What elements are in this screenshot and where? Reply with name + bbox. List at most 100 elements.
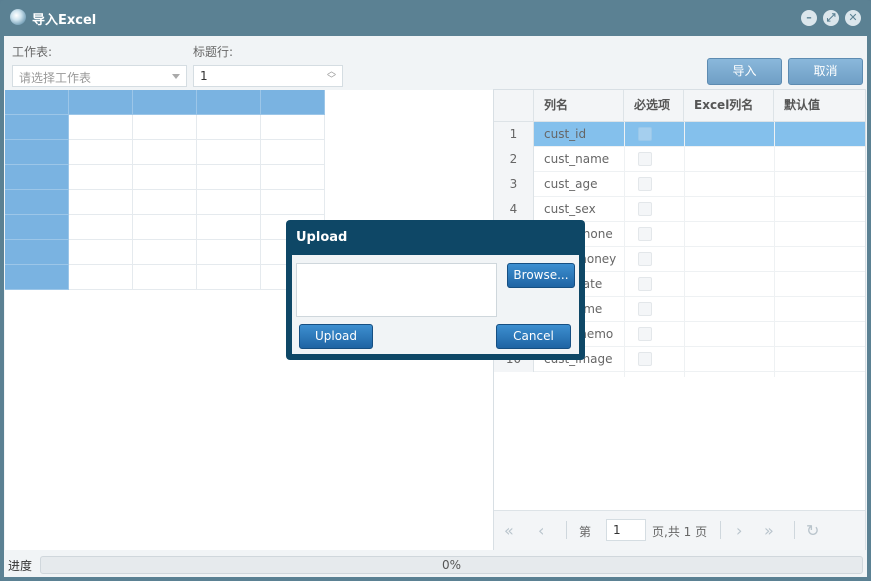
page-number-input[interactable]: 1: [606, 519, 646, 541]
excel-column-cell[interactable]: [684, 297, 774, 322]
table-row[interactable]: 1 cust_id: [494, 122, 865, 147]
last-page-icon[interactable]: »: [764, 521, 774, 540]
required-checkbox[interactable]: [638, 177, 652, 191]
column-header-required[interactable]: 必选项: [624, 90, 684, 122]
spinner-arrows-icon[interactable]: ︿ ﹀: [327, 68, 336, 85]
column-header-name[interactable]: 列名: [534, 90, 624, 122]
preview-header-cell[interactable]: [5, 190, 69, 215]
preview-cell[interactable]: [133, 240, 197, 265]
preview-cell[interactable]: [261, 115, 325, 140]
preview-cell[interactable]: [69, 240, 133, 265]
row-number-header: [494, 90, 534, 122]
next-page-icon[interactable]: ›: [736, 521, 742, 540]
preview-cell[interactable]: [69, 190, 133, 215]
required-checkbox[interactable]: [638, 227, 652, 241]
default-value-cell[interactable]: [774, 297, 865, 322]
preview-header-cell[interactable]: [5, 240, 69, 265]
excel-column-cell[interactable]: [684, 247, 774, 272]
chevron-down-icon[interactable]: [172, 74, 180, 79]
preview-cell[interactable]: [133, 190, 197, 215]
default-value-cell[interactable]: [774, 272, 865, 297]
excel-column-cell[interactable]: [684, 197, 774, 222]
preview-header-cell[interactable]: [5, 115, 69, 140]
prev-page-icon[interactable]: ‹: [538, 521, 544, 540]
refresh-icon[interactable]: ↻: [806, 521, 819, 540]
required-checkbox[interactable]: [638, 302, 652, 316]
required-checkbox[interactable]: [638, 152, 652, 166]
required-checkbox[interactable]: [638, 252, 652, 266]
default-value-cell[interactable]: [774, 197, 865, 222]
preview-cell[interactable]: [261, 165, 325, 190]
excel-column-cell[interactable]: [684, 172, 774, 197]
column-name-cell[interactable]: cust_id: [544, 122, 586, 147]
upload-button[interactable]: Upload: [299, 324, 373, 349]
required-checkbox[interactable]: [638, 277, 652, 291]
excel-column-cell[interactable]: [684, 322, 774, 347]
required-checkbox[interactable]: [638, 202, 652, 216]
preview-cell[interactable]: [197, 265, 261, 290]
excel-column-cell[interactable]: [684, 222, 774, 247]
preview-cell[interactable]: [197, 190, 261, 215]
preview-header-cell[interactable]: [197, 90, 261, 115]
dialog-cancel-button[interactable]: Cancel: [496, 324, 571, 349]
table-row[interactable]: 4 cust_sex: [494, 197, 865, 222]
default-value-cell[interactable]: [774, 172, 865, 197]
preview-header-cell[interactable]: [261, 90, 325, 115]
file-path-field[interactable]: [296, 263, 497, 317]
preview-header-cell[interactable]: [5, 90, 69, 115]
preview-cell[interactable]: [261, 140, 325, 165]
excel-column-cell[interactable]: [684, 347, 774, 372]
preview-header-cell[interactable]: [5, 215, 69, 240]
preview-header-cell[interactable]: [5, 265, 69, 290]
close-icon[interactable]: ✕: [845, 10, 861, 26]
preview-cell[interactable]: [197, 140, 261, 165]
maximize-icon[interactable]: ⤢: [823, 10, 839, 26]
preview-cell[interactable]: [197, 215, 261, 240]
preview-header-cell[interactable]: [133, 90, 197, 115]
preview-cell[interactable]: [133, 165, 197, 190]
header-row-spinner[interactable]: 1 ︿ ﹀: [193, 65, 343, 87]
preview-cell[interactable]: [197, 240, 261, 265]
preview-cell[interactable]: [197, 165, 261, 190]
required-checkbox[interactable]: [638, 352, 652, 366]
default-value-cell[interactable]: [774, 347, 865, 372]
default-value-cell[interactable]: [774, 147, 865, 172]
column-name-cell[interactable]: cust_sex: [544, 197, 596, 222]
default-value-cell[interactable]: [774, 122, 865, 147]
default-value-cell[interactable]: [774, 222, 865, 247]
table-row[interactable]: 3 cust_age: [494, 172, 865, 197]
preview-header-cell[interactable]: [5, 140, 69, 165]
minimize-icon[interactable]: –: [801, 10, 817, 26]
required-checkbox[interactable]: [638, 327, 652, 341]
preview-cell[interactable]: [261, 190, 325, 215]
row-number: 1: [494, 122, 534, 147]
import-button[interactable]: 导入: [707, 58, 782, 85]
excel-column-cell[interactable]: [684, 147, 774, 172]
preview-cell[interactable]: [133, 140, 197, 165]
table-row[interactable]: 2 cust_name: [494, 147, 865, 172]
cancel-button[interactable]: 取消: [788, 58, 863, 85]
preview-header-cell[interactable]: [5, 165, 69, 190]
preview-header-cell[interactable]: [69, 90, 133, 115]
preview-cell[interactable]: [133, 215, 197, 240]
preview-cell[interactable]: [69, 165, 133, 190]
browse-button[interactable]: Browse...: [507, 263, 575, 288]
sheet-select[interactable]: 请选择工作表: [12, 65, 187, 87]
excel-column-cell[interactable]: [684, 122, 774, 147]
default-value-cell[interactable]: [774, 322, 865, 347]
preview-cell[interactable]: [69, 265, 133, 290]
column-name-cell[interactable]: cust_name: [544, 147, 609, 172]
first-page-icon[interactable]: «: [504, 521, 514, 540]
excel-column-cell[interactable]: [684, 272, 774, 297]
preview-cell[interactable]: [69, 115, 133, 140]
preview-cell[interactable]: [69, 140, 133, 165]
column-header-excel[interactable]: Excel列名: [684, 90, 774, 122]
preview-cell[interactable]: [133, 115, 197, 140]
column-header-default[interactable]: 默认值: [774, 90, 865, 122]
required-checkbox[interactable]: [638, 127, 652, 141]
preview-cell[interactable]: [133, 265, 197, 290]
column-name-cell[interactable]: cust_age: [544, 172, 598, 197]
preview-cell[interactable]: [69, 215, 133, 240]
default-value-cell[interactable]: [774, 247, 865, 272]
preview-cell[interactable]: [197, 115, 261, 140]
